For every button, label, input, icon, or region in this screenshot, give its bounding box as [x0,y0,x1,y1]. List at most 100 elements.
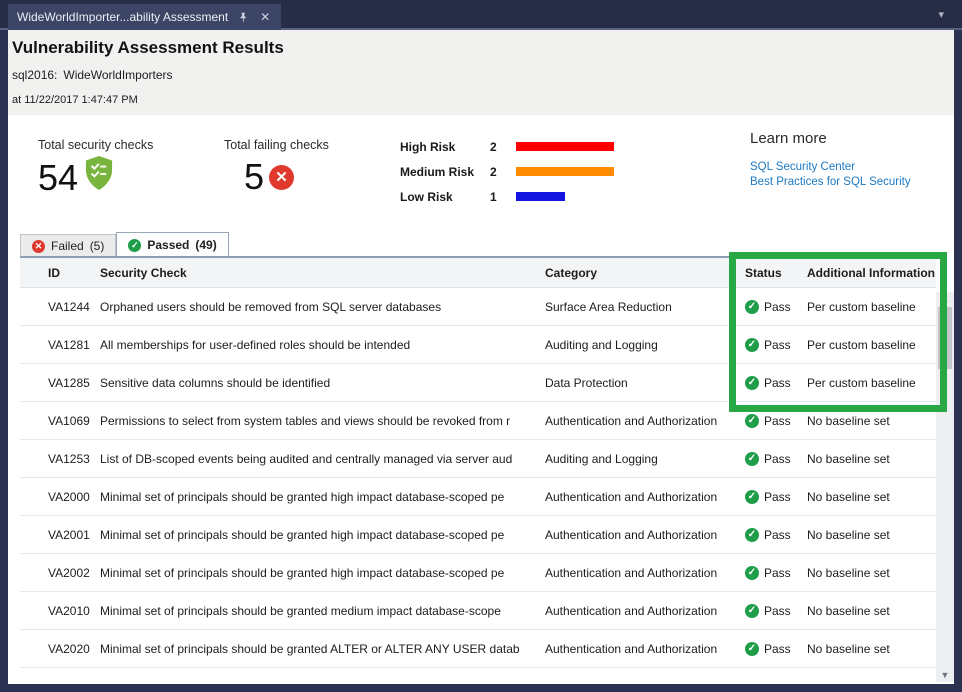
tab-failed-count: (5) [90,239,105,253]
cell-id: VA2020 [48,642,100,656]
results-table: ID Security Check Category Status Additi… [20,258,936,668]
cell-category: Authentication and Authorization [545,604,745,618]
status-text: Pass [764,642,791,656]
pass-check-icon: ✓ [745,566,759,580]
results-panel: Vulnerability Assessment Results sql2016… [8,30,954,684]
table-row[interactable]: VA1281All memberships for user-defined r… [20,326,936,364]
table-row[interactable]: VA1069Permissions to select from system … [20,402,936,440]
window-dropdown-icon[interactable]: ▾ [938,8,944,21]
cell-status: ✓Pass [745,376,807,390]
learn-more-section: Learn more SQL Security CenterBest Pract… [750,130,911,190]
cell-category: Authentication and Authorization [545,414,745,428]
cell-status: ✓ Pass [745,528,807,542]
vertical-scrollbar[interactable]: ▲ ▼ [936,292,954,682]
pass-check-icon: ✓ [745,528,759,542]
database-name: WideWorldImporters [63,68,172,82]
tab-passed[interactable]: ✓ Passed (49) [116,232,228,257]
risk-count: 1 [490,190,516,204]
pass-check-icon: ✓ [745,376,759,390]
tab-passed-label: Passed [147,238,189,252]
page-title: Vulnerability Assessment Results [12,38,954,58]
table-row[interactable]: VA2001Minimal set of principals should b… [20,516,936,554]
table-row[interactable]: VA2010Minimal set of principals should b… [20,592,936,630]
cell-category: Authentication and Authorization [545,490,745,504]
table-header-row: ID Security Check Category Status Additi… [20,258,936,288]
cell-security-check: Permissions to select from system tables… [100,414,545,428]
scroll-down-icon[interactable]: ▼ [936,668,954,682]
cell-status: ✓Pass [745,642,807,656]
cell-category: Data Protection [545,376,745,390]
close-icon[interactable]: ✕ [258,10,272,24]
cell-security-check: List of DB-scoped events being audited a… [100,452,545,466]
cell-id: VA1285 [48,376,100,390]
cell-category: Authentication and Authorization [545,566,745,580]
cell-security-check: Minimal set of principals should be gran… [100,490,545,504]
result-tabs: ✕ Failed (5) ✓ Passed (49) [20,232,229,257]
cell-security-check: Minimal set of principals should be gran… [100,604,545,618]
risk-bar [516,167,614,176]
table-row[interactable]: VA1285Sensitive data columns should be i… [20,364,936,402]
cell-category: Surface Area Reduction [545,300,745,314]
server-name: sql2016: [12,68,57,82]
risk-row: High Risk2 [400,134,614,159]
document-tab[interactable]: WideWorldImporter...ability Assessment ✕ [8,4,281,30]
learn-more-link[interactable]: Best Practices for SQL Security [750,175,911,190]
cell-additional-info: No baseline set [807,604,936,618]
fail-x-icon: ✕ [269,165,294,190]
table-row[interactable]: VA1253List of DB-scoped events being aud… [20,440,936,478]
scroll-up-icon[interactable]: ▲ [936,292,954,306]
cell-id: VA1069 [48,414,100,428]
cell-additional-info: Per custom baseline [807,338,936,352]
learn-more-link[interactable]: SQL Security Center [750,160,911,175]
learn-more-links: SQL Security CenterBest Practices for SQ… [750,160,911,190]
document-tab-title: WideWorldImporter...ability Assessment [17,10,228,24]
tab-passed-count: (49) [195,238,216,252]
scrollbar-thumb[interactable] [938,307,952,369]
cell-additional-info: Per custom baseline [807,300,936,314]
status-text: Pass [764,452,791,466]
table-row[interactable]: VA2002Minimal set of principals should b… [20,554,936,592]
pass-check-icon: ✓ [745,414,759,428]
column-header-info[interactable]: Additional Information [807,266,936,280]
status-text: Pass [764,338,791,352]
table-row[interactable]: VA1244Orphaned users should be removed f… [20,288,936,326]
table-row[interactable]: VA2000Minimal set of principals should b… [20,478,936,516]
column-header-category[interactable]: Category [545,266,745,280]
table-row[interactable]: VA2020Minimal set of principals should b… [20,630,936,668]
tab-failed-label: Failed [51,239,84,253]
risk-label: Low Risk [400,190,490,204]
cell-id: VA1281 [48,338,100,352]
risk-label: High Risk [400,140,490,154]
risk-row: Low Risk1 [400,184,614,209]
cell-security-check: Sensitive data columns should be identif… [100,376,545,390]
column-header-id[interactable]: ID [48,266,100,280]
cell-id: VA2000 [48,490,100,504]
status-text: Pass [764,490,791,504]
risk-count: 2 [490,140,516,154]
status-text: Pass [764,604,791,618]
failing-checks-value: 5 ✕ [244,156,294,198]
cell-security-check: Minimal set of principals should be gran… [100,642,545,656]
cell-category: Auditing and Logging [545,338,745,352]
cell-id: VA2010 [48,604,100,618]
cell-additional-info: No baseline set [807,642,936,656]
column-header-check[interactable]: Security Check [100,266,545,280]
table-body: VA1244Orphaned users should be removed f… [20,288,936,668]
tab-failed[interactable]: ✕ Failed (5) [20,234,116,257]
cell-status: ✓ Pass [745,414,807,428]
learn-more-title: Learn more [750,130,911,147]
risk-legend: High Risk2Medium Risk2Low Risk1 [400,134,614,209]
column-header-status[interactable]: Status [745,266,807,280]
cell-status: ✓Pass [745,490,807,504]
risk-count: 2 [490,165,516,179]
status-text: Pass [764,528,791,542]
risk-bar [516,192,565,201]
pass-check-icon: ✓ [745,452,759,466]
cell-security-check: Orphaned users should be removed from SQ… [100,300,545,314]
pin-icon[interactable] [236,10,250,24]
cell-category: Authentication and Authorization [545,528,745,542]
failing-checks-label: Total failing checks [224,138,329,152]
cell-id: VA1244 [48,300,100,314]
cell-category: Authentication and Authorization [545,642,745,656]
status-text: Pass [764,414,791,428]
